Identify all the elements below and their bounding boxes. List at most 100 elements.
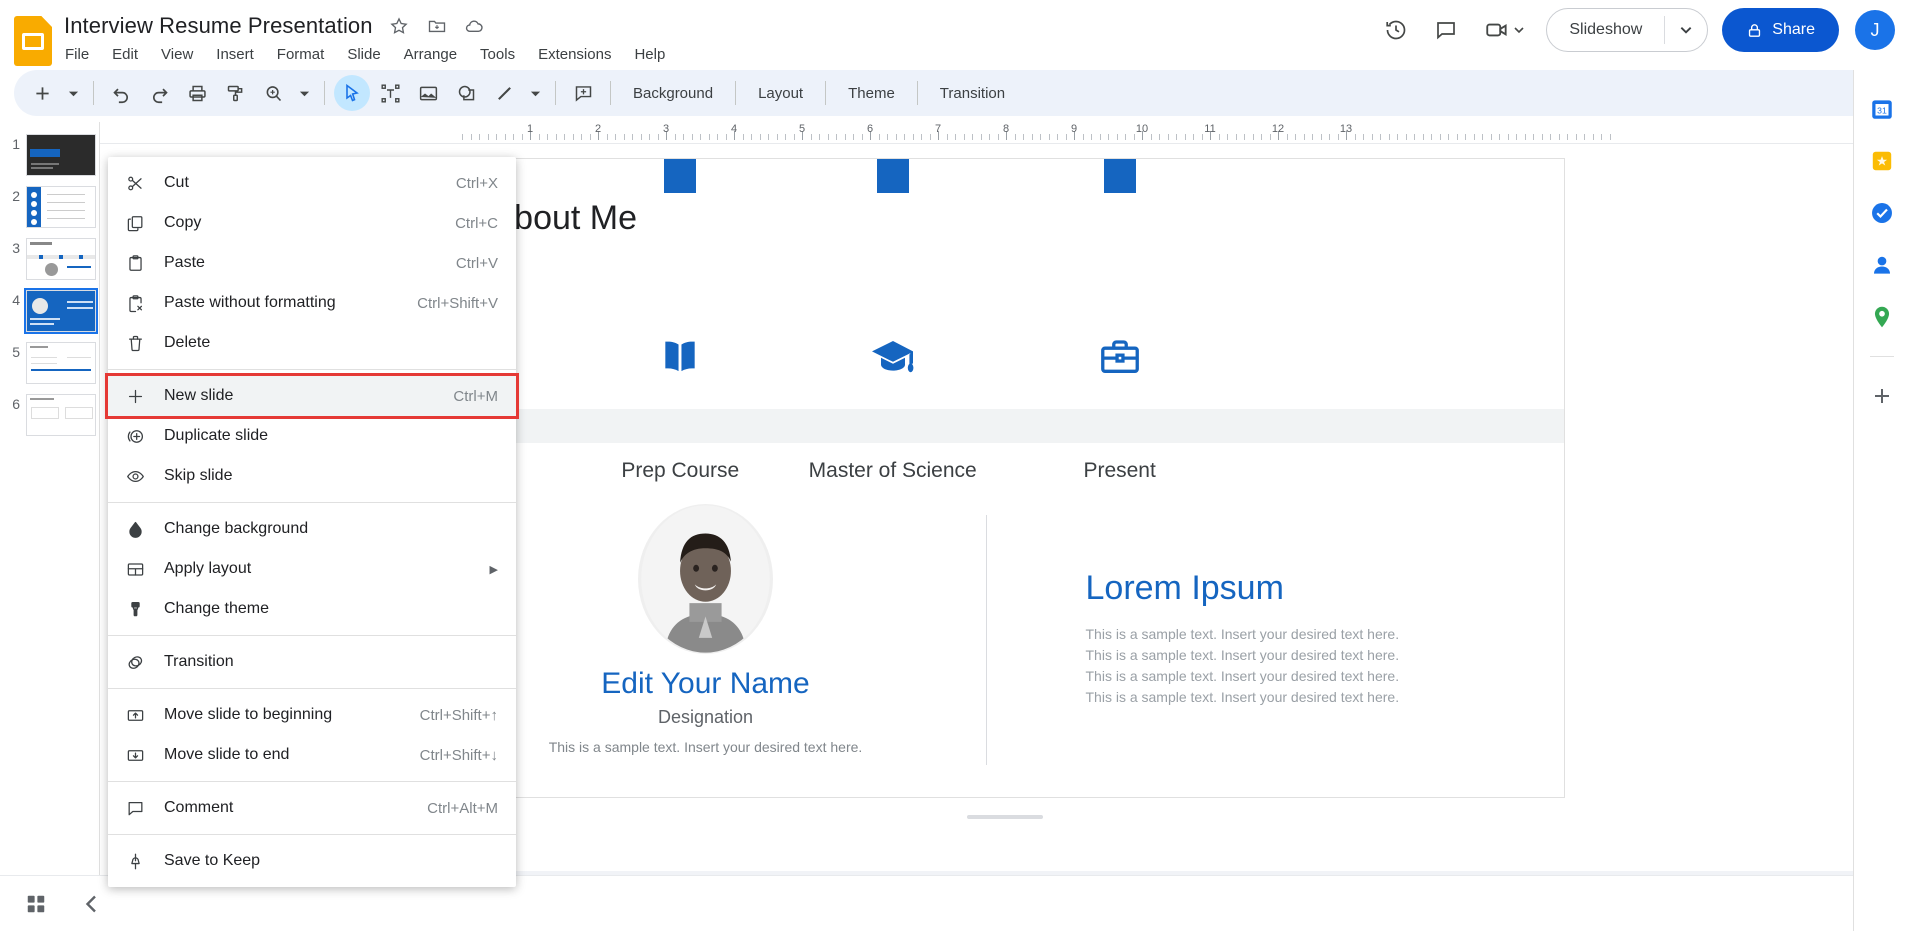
menu-item-transition[interactable]: Transition: [108, 642, 516, 682]
list-item[interactable]: 2: [0, 186, 99, 228]
slide-thumbnail-4[interactable]: [26, 290, 96, 332]
background-button[interactable]: Background: [620, 78, 726, 109]
ruler-tick-label: 10: [1136, 123, 1148, 135]
slide-thumbnail-1[interactable]: [26, 134, 96, 176]
line-icon[interactable]: [486, 75, 522, 111]
slide-thumbnail-6[interactable]: [26, 394, 96, 436]
list-item[interactable]: 6: [0, 394, 99, 436]
avatar[interactable]: J: [1855, 10, 1895, 50]
tasks-icon[interactable]: [1865, 196, 1899, 230]
menu-item-paste-without-formatting[interactable]: Paste without formattingCtrl+Shift+V: [108, 283, 516, 323]
slideshow-button[interactable]: Slideshow: [1547, 8, 1664, 52]
profile-description[interactable]: This is a sample text. Insert your desir…: [536, 737, 876, 757]
menu-item-change-background[interactable]: Change background: [108, 509, 516, 549]
add-comment-icon[interactable]: [565, 75, 601, 111]
menu-item-cut[interactable]: CutCtrl+X: [108, 163, 516, 203]
menu-item-delete[interactable]: Delete: [108, 323, 516, 363]
app-header: Interview Resume Presentation File Edit …: [0, 0, 1909, 70]
ruler-tick-label: 3: [663, 123, 669, 135]
cursor-arrow-icon[interactable]: [334, 75, 370, 111]
menu-file[interactable]: File: [64, 44, 90, 65]
magnifier-icon[interactable]: [255, 75, 291, 111]
slide-canvas[interactable]: About Me Prep Course Master of Science P…: [445, 158, 1565, 798]
image-icon[interactable]: [410, 75, 446, 111]
menu-item-copy[interactable]: CopyCtrl+C: [108, 203, 516, 243]
menu-item-skip-slide[interactable]: Skip slide: [108, 456, 516, 496]
menu-item-apply-layout[interactable]: Apply layout▶: [108, 549, 516, 589]
list-item[interactable]: 4: [0, 290, 99, 332]
svg-text:31: 31: [1877, 105, 1887, 115]
new-slide-dropdown-icon[interactable]: [62, 75, 84, 111]
menu-tools[interactable]: Tools: [479, 44, 516, 65]
keep-icon[interactable]: [1865, 144, 1899, 178]
list-item[interactable]: 1: [0, 134, 99, 176]
menu-item-label: Copy: [152, 214, 435, 232]
star-icon[interactable]: [387, 14, 411, 38]
grid-view-icon[interactable]: [18, 886, 54, 922]
eye-icon: [126, 467, 152, 486]
contacts-icon[interactable]: [1865, 248, 1899, 282]
menu-item-paste[interactable]: PasteCtrl+V: [108, 243, 516, 283]
line-dropdown-icon[interactable]: [524, 75, 546, 111]
new-slide-button[interactable]: [24, 75, 60, 111]
history-icon[interactable]: [1374, 8, 1418, 52]
menu-item-new-slide[interactable]: New slideCtrl+M: [108, 376, 516, 416]
menu-item-label: Duplicate slide: [152, 427, 498, 445]
transition-button[interactable]: Transition: [927, 78, 1018, 109]
menu-item-move-slide-to-end[interactable]: Move slide to endCtrl+Shift+↓: [108, 735, 516, 775]
menu-view[interactable]: View: [160, 44, 194, 65]
menu-item-comment[interactable]: CommentCtrl+Alt+M: [108, 788, 516, 828]
menu-help[interactable]: Help: [633, 44, 666, 65]
zoom-dropdown-icon[interactable]: [293, 75, 315, 111]
menu-extensions[interactable]: Extensions: [537, 44, 612, 65]
layout-button[interactable]: Layout: [745, 78, 816, 109]
menu-insert[interactable]: Insert: [215, 44, 255, 65]
paint-roller-icon[interactable]: [217, 75, 253, 111]
notes-resize-handle[interactable]: [967, 815, 1043, 819]
avatar[interactable]: [638, 504, 773, 654]
menu-item-duplicate-slide[interactable]: Duplicate slide: [108, 416, 516, 456]
right-panel-text[interactable]: This is a sample text. Insert your desir…: [1086, 624, 1506, 708]
slide-filmstrip[interactable]: 1 2 3: [0, 122, 100, 931]
redo-icon[interactable]: [141, 75, 177, 111]
comment-icon[interactable]: [1424, 8, 1468, 52]
menu-arrange[interactable]: Arrange: [403, 44, 458, 65]
theme-button[interactable]: Theme: [835, 78, 908, 109]
cloud-saved-icon[interactable]: [463, 14, 487, 38]
video-camera-icon[interactable]: [1474, 8, 1534, 52]
slide-number: 2: [6, 186, 20, 204]
add-ons-icon[interactable]: [1865, 379, 1899, 413]
profile-name[interactable]: Edit Your Name: [516, 667, 896, 701]
slide-thumbnail-5[interactable]: [26, 342, 96, 384]
chevron-left-icon[interactable]: [74, 886, 110, 922]
slide-context-menu[interactable]: CutCtrl+XCopyCtrl+CPasteCtrl+VPaste with…: [108, 157, 516, 887]
menu-separator: [108, 369, 516, 370]
menu-slide[interactable]: Slide: [346, 44, 381, 65]
menu-edit[interactable]: Edit: [111, 44, 139, 65]
menu-item-change-theme[interactable]: Change theme: [108, 589, 516, 629]
list-item[interactable]: 5: [0, 342, 99, 384]
printer-icon[interactable]: [179, 75, 215, 111]
chevron-down-icon[interactable]: [1665, 8, 1707, 52]
layout-icon: [126, 560, 152, 579]
toolbar: Background Layout Theme Transition: [14, 70, 1895, 116]
menu-item-move-slide-to-beginning[interactable]: Move slide to beginningCtrl+Shift+↑: [108, 695, 516, 735]
calendar-icon[interactable]: 31: [1865, 92, 1899, 126]
profile-designation[interactable]: Designation: [516, 707, 896, 728]
shape-icon[interactable]: [448, 75, 484, 111]
page-title[interactable]: Interview Resume Presentation: [64, 13, 373, 39]
undo-icon[interactable]: [103, 75, 139, 111]
slide-thumbnail-2[interactable]: [26, 186, 96, 228]
list-item[interactable]: 3: [0, 238, 99, 280]
right-panel-heading[interactable]: Lorem Ipsum: [1086, 569, 1284, 608]
menu-format[interactable]: Format: [276, 44, 326, 65]
briefcase-icon: [1096, 335, 1144, 379]
move-to-folder-icon[interactable]: [425, 14, 449, 38]
slide-thumbnail-3[interactable]: [26, 238, 96, 280]
share-button[interactable]: Share: [1722, 8, 1839, 52]
ruler-tick-label: 6: [867, 123, 873, 135]
plus-icon: [126, 387, 152, 406]
maps-icon[interactable]: [1865, 300, 1899, 334]
text-box-icon[interactable]: [372, 75, 408, 111]
menu-item-save-to-keep[interactable]: Save to Keep: [108, 841, 516, 881]
